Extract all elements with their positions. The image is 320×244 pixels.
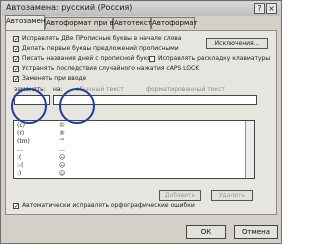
title-bar: Автозамена: русский (Россия) ? × (2, 2, 280, 16)
close-button[interactable]: × (266, 3, 277, 14)
radio-formatted-text[interactable]: форматированный текст (146, 86, 225, 93)
tab-autocorrect[interactable]: Автозамена (5, 15, 50, 30)
tab-autoformat-as-you-type[interactable]: Автоформат при вводе (45, 17, 131, 29)
tab-autoformat[interactable]: Автоформат (151, 17, 198, 29)
list-item[interactable]: ...… (17, 146, 253, 154)
ok-button[interactable]: ОК (186, 225, 226, 239)
tab-autotext[interactable]: Автотекст (113, 17, 152, 29)
exceptions-button[interactable]: Исключения... (206, 38, 268, 49)
label-caps-lock: Устранять последствия случайного нажатия… (22, 65, 200, 72)
checkbox-spelling-correction[interactable]: ✓ (13, 203, 19, 210)
list-item[interactable]: (tm) ™ (17, 138, 253, 146)
label-two-initial-capitals: Исправлять ДВе ПРописные буквы в начале … (22, 35, 182, 42)
label-replace-as-you-type: Заменять при вводе (22, 75, 87, 82)
list-item[interactable]: :(☹ (17, 154, 253, 162)
checkbox-keyboard-layout[interactable] (149, 56, 155, 62)
highlight-circle-with (59, 88, 95, 124)
replacement-list[interactable]: (c) © (r) ® (tm) ™ ...… :(☹ :-(☹ :) ☺ (13, 120, 255, 179)
add-button[interactable]: Добавить (159, 190, 201, 201)
label-spelling-correction: Автоматически исправлять орфографические… (22, 202, 195, 209)
checkbox-replace-as-you-type[interactable]: ✓ (13, 76, 19, 83)
checkbox-capitalize-sentences[interactable]: ✓ (13, 46, 19, 53)
label-capitalize-sentences: Делать первые буквы предложений прописны… (22, 45, 179, 52)
checkbox-capitalize-days[interactable]: ✓ (13, 56, 19, 63)
cancel-button[interactable]: Отмена (234, 225, 278, 239)
highlight-circle-replace (11, 88, 47, 124)
list-item[interactable]: :-(☹ (17, 162, 253, 170)
label-capitalize-days: Писать названия дней с прописной буквы (22, 55, 156, 62)
label-keyboard-layout: Исправлять раскладку клавиатуры (158, 55, 271, 62)
checkbox-caps-lock[interactable]: ✓ (13, 66, 19, 73)
list-scrollbar[interactable] (245, 121, 254, 178)
window-title: Автозамена: русский (Россия) (6, 3, 133, 12)
label-with: на: (53, 86, 63, 93)
autocorrect-dialog: Автозамена: русский (Россия) ? × Автозам… (0, 0, 282, 244)
list-item[interactable]: (c) © (17, 122, 253, 130)
list-item[interactable]: :) ☺ (17, 170, 253, 178)
delete-button[interactable]: Удалить (211, 190, 253, 201)
help-button[interactable]: ? (254, 3, 265, 14)
list-item[interactable]: (r) ® (17, 130, 253, 138)
checkbox-two-initial-capitals[interactable]: ✓ (13, 36, 19, 43)
